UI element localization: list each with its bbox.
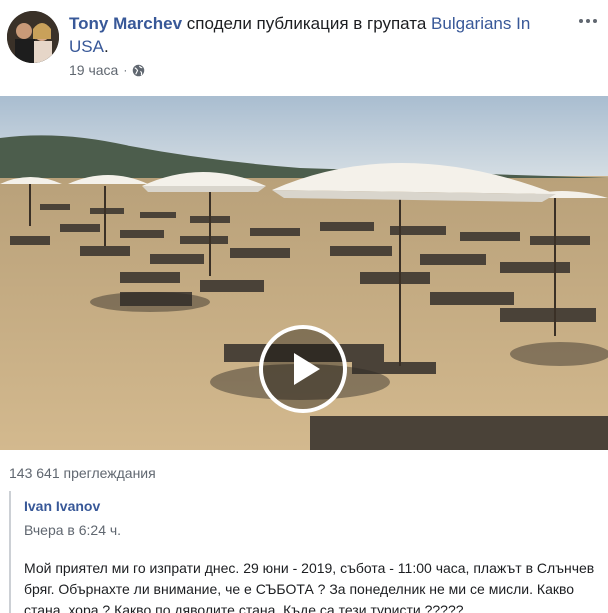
quoted-author-link[interactable]: Ivan Ivanov [24,497,605,515]
meta-separator: · [123,63,128,77]
quoted-timestamp[interactable]: Вчера в 6:24 ч. [24,521,605,539]
video-player[interactable] [0,96,608,450]
author-link[interactable]: Tony Marchev [69,14,182,33]
header-period: . [103,37,109,56]
share-action-text: сподели публикация в групата [186,14,427,33]
view-count: 143 641 преглеждания [9,465,156,481]
quoted-post: Ivan Ivanov Вчера в 6:24 ч. Мой приятел … [9,491,605,613]
post-timestamp[interactable]: 19 часа [69,62,118,78]
avatar-photo [7,11,59,63]
globe-icon [133,64,145,76]
avatar[interactable] [7,11,59,63]
post-meta: 19 часа · [69,62,145,78]
post-header-text: Tony Marchev сподели публикация в групат… [69,12,569,58]
quoted-post-text: Мой приятел ми го изпрати днес. 29 юни -… [24,560,595,613]
more-options-icon[interactable] [576,12,600,30]
post-header: Tony Marchev сподели публикация в групат… [0,0,608,92]
play-icon [294,353,320,385]
play-button[interactable] [259,325,347,413]
